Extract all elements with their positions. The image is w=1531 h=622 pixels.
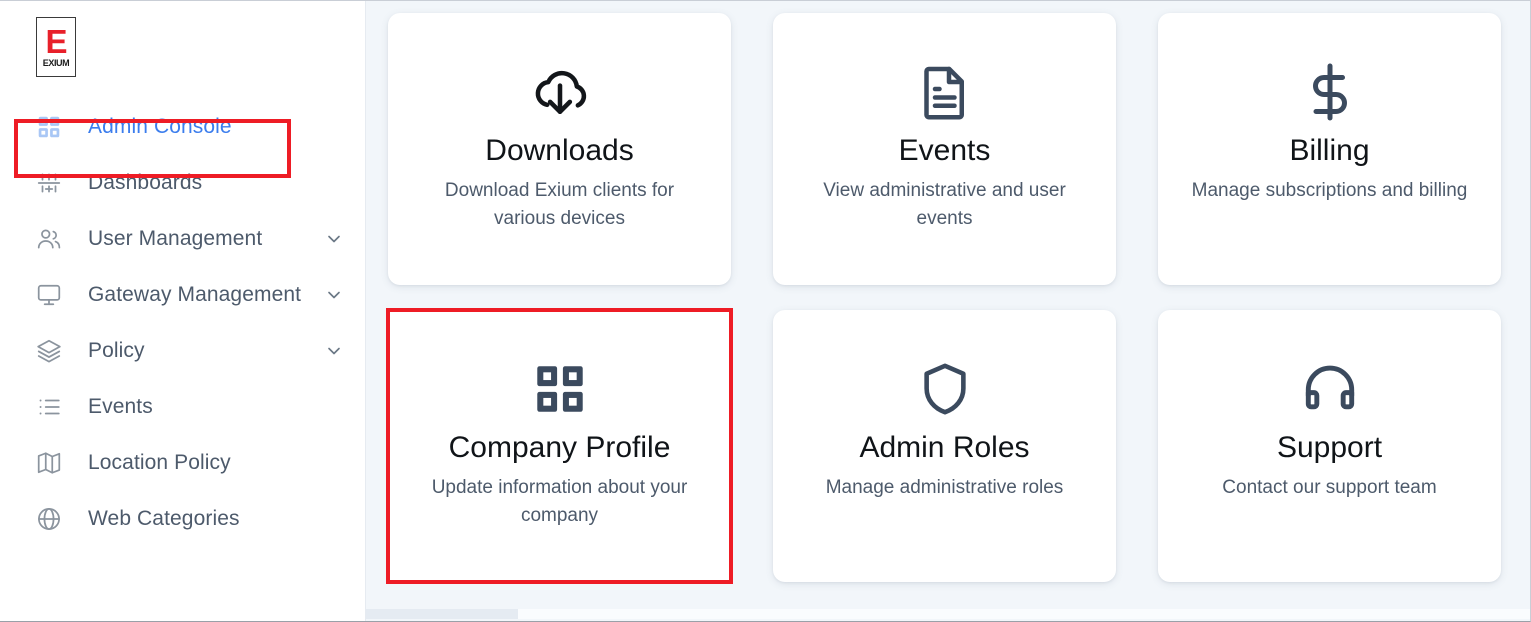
sidebar-item-label: Location Policy (88, 451, 231, 474)
sidebar-item-label: Events (88, 395, 153, 418)
sidebar-item-location-policy[interactable]: Location Policy (0, 435, 366, 491)
admin-console-card-grid: Downloads Download Exium clients for var… (366, 1, 1530, 584)
logo-letter: E (45, 23, 67, 60)
chevron-down-icon[interactable] (324, 285, 344, 305)
map-icon (36, 448, 66, 478)
card-billing[interactable]: Billing Manage subscriptions and billing (1158, 13, 1501, 285)
list-icon (36, 392, 66, 422)
card-description: Update information about your company (431, 477, 688, 526)
brand-logo[interactable]: E EXIUM (0, 1, 366, 77)
chevron-down-icon[interactable] (324, 229, 344, 249)
logo-wordmark: EXIUM (42, 58, 70, 68)
document-lines-icon (915, 59, 975, 125)
card-downloads[interactable]: Downloads Download Exium clients for var… (388, 13, 731, 285)
card-admin-roles[interactable]: Admin Roles Manage administrative roles (773, 310, 1116, 582)
sidebar-item-label: Policy (88, 339, 145, 362)
sidebar-item-dashboards[interactable]: Dashboards (0, 155, 366, 211)
sidebar-item-label: User Management (88, 227, 263, 250)
sidebar-item-user-management[interactable]: User Management (0, 211, 366, 267)
layers-icon (36, 336, 66, 366)
card-title: Downloads (485, 134, 634, 167)
card-title: Admin Roles (859, 431, 1030, 464)
grid-squares-icon (531, 356, 589, 422)
users-icon (36, 224, 66, 254)
sidebar-item-label: Web Categories (88, 507, 240, 530)
sidebar-item-gateway-management[interactable]: Gateway Management (0, 267, 366, 323)
card-description: Manage subscriptions and billing (1191, 180, 1468, 201)
sidebar-item-web-categories[interactable]: Web Categories (0, 491, 366, 547)
chevron-down-icon[interactable] (324, 341, 344, 361)
horizontal-scrollbar[interactable] (366, 607, 1530, 621)
sliders-icon (36, 168, 66, 198)
sidebar-nav: Admin Console Dashboards User Management… (0, 99, 366, 547)
sidebar: E EXIUM Admin Console Dashboards User Ma… (0, 1, 366, 621)
scrollbar-thumb[interactable] (366, 609, 518, 619)
admin-console-app: E EXIUM Admin Console Dashboards User Ma… (0, 0, 1531, 622)
sidebar-item-admin-console[interactable]: Admin Console (0, 99, 366, 155)
card-description: View administrative and user events (823, 180, 1066, 229)
card-events[interactable]: Events View administrative and user even… (773, 13, 1116, 285)
sidebar-item-label: Admin Console (88, 115, 232, 138)
sidebar-item-policy[interactable]: Policy (0, 323, 366, 379)
shield-icon (916, 356, 974, 422)
grid-icon (36, 112, 66, 142)
sidebar-item-label: Dashboards (88, 171, 203, 194)
sidebar-item-label: Gateway Management (88, 283, 302, 306)
card-company-profile[interactable]: Company Profile Update information about… (386, 308, 733, 584)
card-description: Download Exium clients for various devic… (444, 180, 675, 229)
globe-icon (36, 504, 66, 534)
card-title: Support (1276, 431, 1383, 464)
main-content: Downloads Download Exium clients for var… (366, 1, 1530, 621)
cloud-download-icon (528, 59, 592, 125)
exium-logo-mark: E EXIUM (36, 17, 76, 77)
card-description: Contact our support team (1222, 477, 1437, 498)
card-title: Billing (1289, 134, 1370, 167)
card-support[interactable]: Support Contact our support team (1158, 310, 1501, 582)
monitor-icon (36, 280, 66, 310)
card-description: Manage administrative roles (825, 477, 1064, 498)
scrollbar-track[interactable] (518, 609, 1530, 619)
card-title: Company Profile (448, 431, 671, 464)
sidebar-item-events[interactable]: Events (0, 379, 366, 435)
dollar-sign-icon (1300, 59, 1360, 125)
card-title: Events (898, 134, 991, 167)
headset-icon (1299, 356, 1361, 422)
